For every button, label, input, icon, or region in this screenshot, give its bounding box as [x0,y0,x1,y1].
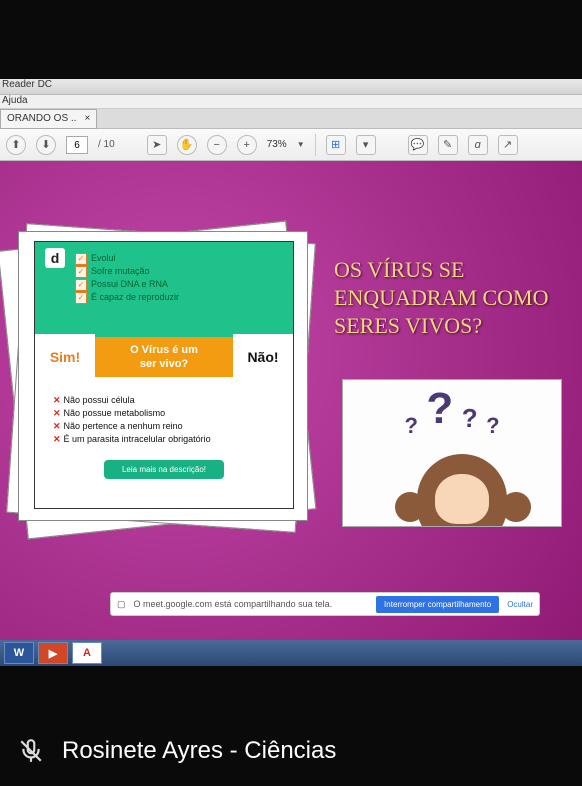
yes-item: É capaz de reproduzir [75,291,179,304]
menu-bar[interactable]: Ajuda [0,95,582,109]
page-down-button[interactable]: ⬇ [36,135,56,155]
no-reasons-list: Não possui célula Não possue metabolismo… [53,394,275,446]
tab-close-icon[interactable]: × [84,113,90,124]
page-up-button[interactable]: ⬆ [6,135,26,155]
hide-bar-link[interactable]: Ocultar [507,600,533,609]
participant-name: Rosinete Ayres - Ciências [62,737,336,765]
no-item: Não possue metabolismo [53,407,275,420]
highlight-button[interactable]: ɑ [468,135,488,155]
pointer-tool-button[interactable]: ➤ [147,135,167,155]
pdf-page-content: d Evolui Sofre mutação Possui DNA e RNA … [0,161,582,640]
infographic-stack: d Evolui Sofre mutação Possui DNA e RNA … [10,231,310,531]
yes-item: Possui DNA e RNA [75,278,179,291]
share-indicator-icon: ▢ [117,599,126,610]
video-call-caption: Rosinete Ayres - Ciências [0,716,582,786]
qmark-icon: ? [462,403,478,434]
face-shape [435,474,489,524]
zoom-in-button[interactable]: + [237,135,257,155]
d-logo-icon: d [45,248,65,268]
stop-sharing-button[interactable]: Interromper compartilhamento [376,596,499,613]
no-item: Não possui célula [53,394,275,407]
sign-button[interactable]: ✎ [438,135,458,155]
card-bottom-white: Não possui célula Não possue metabolismo… [35,380,293,508]
yes-item: Evolui [75,252,179,265]
taskbar-autocad-icon[interactable]: A [72,642,102,664]
middle-band: Sim! O Vírus é um ser vivo? Não! [35,334,293,380]
center-line2: ser vivo? [99,357,229,371]
qmark-icon: ? [486,413,499,439]
top-black-bar [0,0,582,79]
page-total: / 10 [98,139,115,150]
toolbar: ⬆ ⬇ 6 / 10 ➤ ✋ − + 73% ▼ ⊞ ▾ 💬 ✎ ɑ ↗ [0,129,582,161]
taskbar-word-icon[interactable]: W [4,642,34,664]
question-marks: ? ? ? ? [343,384,561,434]
window-titlebar: Reader DC [0,79,582,95]
qmark-icon: ? [426,384,453,434]
tab-label: ORANDO OS .. [7,113,76,124]
center-line1: O Vírus é um [99,343,229,357]
yes-reasons-list: Evolui Sofre mutação Possui DNA e RNA É … [75,252,179,304]
comment-button[interactable]: 💬 [408,135,428,155]
no-item: Não pertence a nenhum reino [53,420,275,433]
read-more-button[interactable]: Leia mais na descrição! [104,460,224,479]
mic-muted-icon [18,738,44,764]
qmark-icon: ? [404,413,417,439]
question-clipart: ? ? ? ? [342,379,562,527]
page-number-input[interactable]: 6 [66,136,88,154]
presentation-button[interactable]: ▾ [356,135,376,155]
slide-title: OS VÍRUS SE ENQUADRAM COMO SERES VIVOS? [334,256,564,340]
sim-label: Sim! [35,334,95,380]
share-message: O meet.google.com está compartilhando su… [134,599,369,609]
no-item: É um parasita intracelular obrigatório [53,433,275,446]
tab-row: ORANDO OS .. × [0,109,582,129]
zoom-dropdown-icon[interactable]: ▼ [297,140,305,149]
yes-item: Sofre mutação [75,265,179,278]
screen-share-bar: ▢ O meet.google.com está compartilhando … [110,592,540,616]
zoom-level[interactable]: 73% [267,139,287,150]
document-tab[interactable]: ORANDO OS .. × [0,109,97,129]
fit-page-button[interactable]: ⊞ [326,135,346,155]
virus-card: d Evolui Sofre mutação Possui DNA e RNA … [34,241,294,509]
hand-tool-button[interactable]: ✋ [177,135,197,155]
toolbar-divider [315,134,316,156]
pdf-reader-window: Reader DC Ajuda ORANDO OS .. × ⬆ ⬇ 6 / 1… [0,79,582,640]
zoom-out-button[interactable]: − [207,135,227,155]
nao-label: Não! [233,334,293,380]
center-question: O Vírus é um ser vivo? [95,337,233,377]
share-button[interactable]: ↗ [498,135,518,155]
windows-taskbar: W ▶ A [0,640,582,666]
taskbar-powerpoint-icon[interactable]: ▶ [38,642,68,664]
